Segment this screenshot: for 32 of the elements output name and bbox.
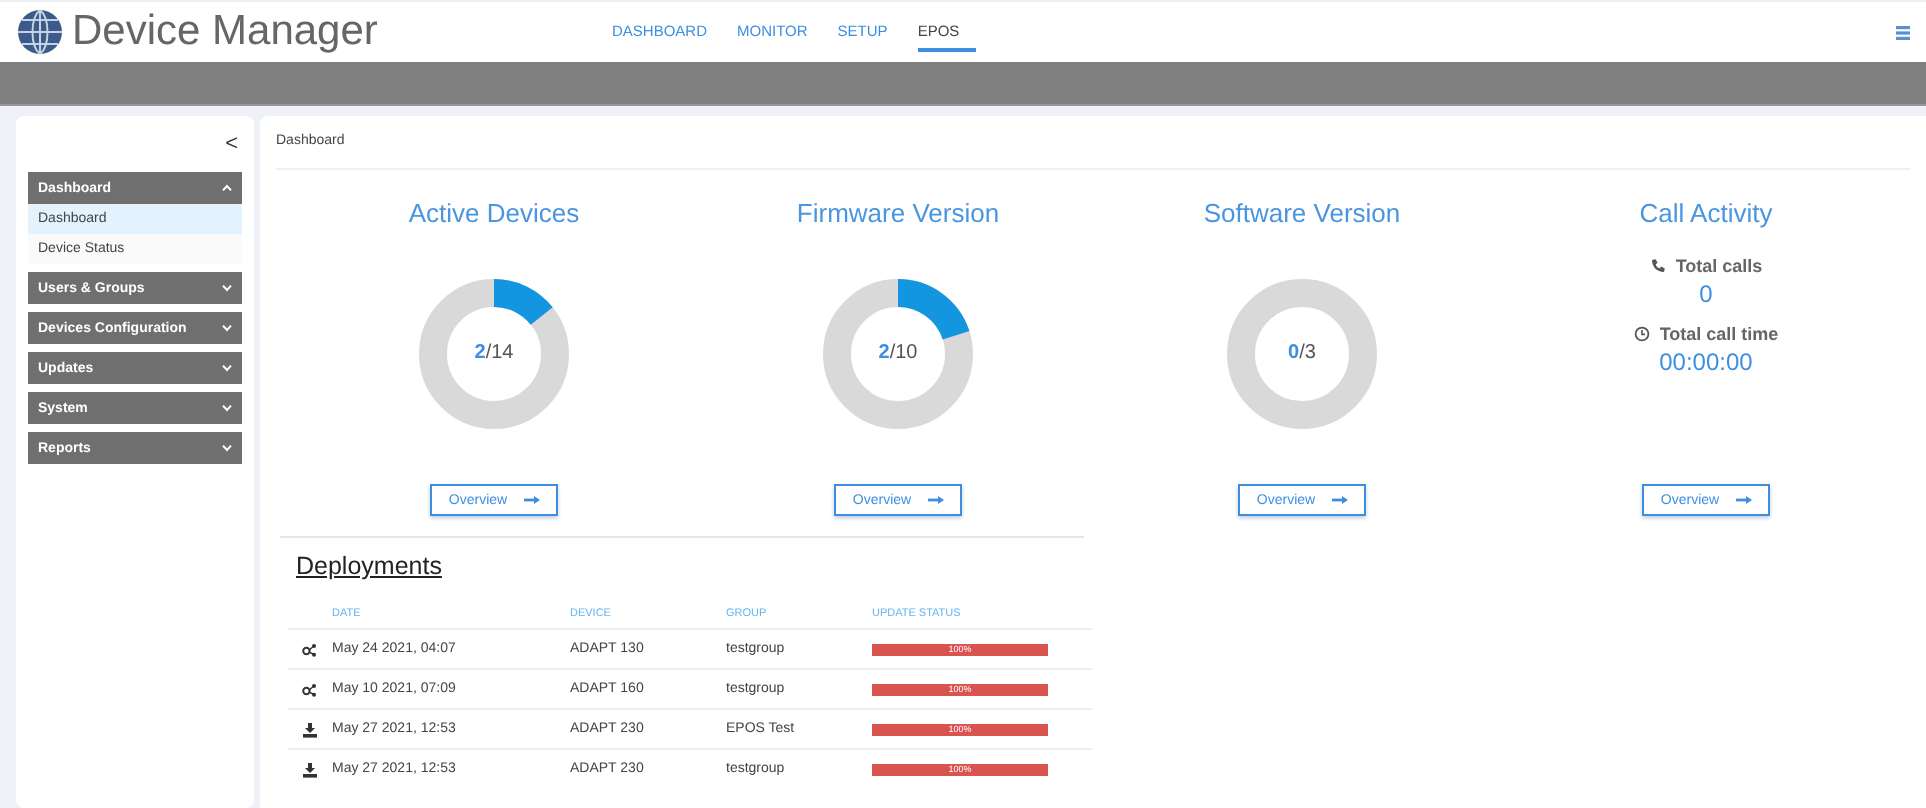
chevron-down-icon: [222, 324, 232, 332]
chevron-down-icon: [222, 404, 232, 412]
chevron-down-icon: [222, 364, 232, 372]
chevron-down-icon: [222, 444, 232, 452]
globe-logo-icon: [16, 8, 64, 56]
arrow-icon: [927, 496, 944, 504]
phone-icon: [1649, 257, 1666, 273]
card-title: Call Activity: [1639, 198, 1773, 232]
donut-count: 2/14: [474, 342, 514, 364]
card-title: Active Devices: [408, 198, 580, 232]
stat-label: Total call time: [1659, 323, 1779, 343]
share-icon: [302, 641, 318, 657]
clock-icon: [1633, 325, 1650, 341]
chevron-up-icon: [222, 184, 232, 192]
menu-icon[interactable]: [1896, 25, 1910, 39]
share-icon: [302, 681, 318, 697]
download-icon: [302, 761, 318, 777]
arrow-icon: [523, 496, 540, 504]
card-title: Software Version: [1203, 198, 1401, 232]
collapse-button[interactable]: <: [221, 132, 242, 156]
download-icon: [302, 721, 318, 737]
arrow-icon: [1331, 496, 1348, 504]
app-title: Device Manager: [72, 8, 380, 56]
stat-label: Total calls: [1675, 255, 1763, 275]
section-title: Deployments: [296, 552, 444, 584]
arrow-icon: [1735, 496, 1752, 504]
card-title: Firmware Version: [796, 198, 1000, 232]
donut-count: 2/10: [878, 342, 918, 364]
stat-value: 0: [1699, 279, 1713, 307]
donut-count: 0/3: [1288, 342, 1316, 364]
stat-value: 00:00:00: [1659, 347, 1753, 375]
chevron-down-icon: [222, 284, 232, 292]
